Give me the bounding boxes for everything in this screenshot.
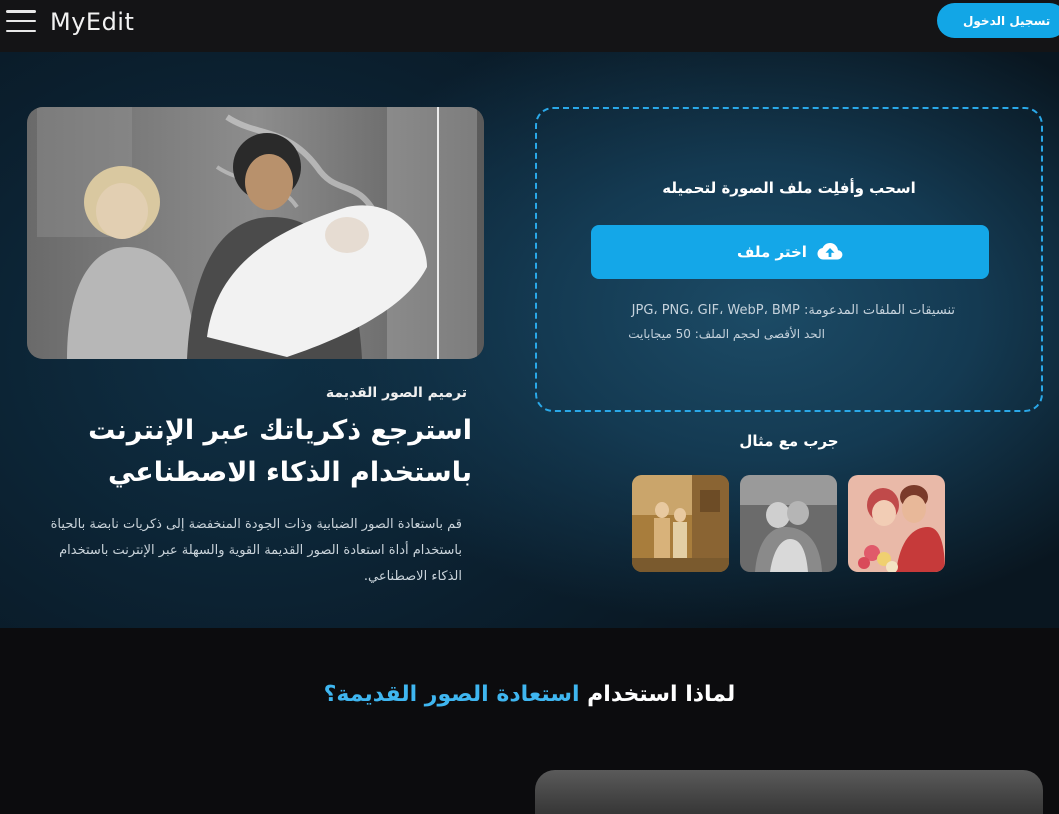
example-thumbnail[interactable]: [848, 475, 945, 572]
why-title-plain: لماذا استخدام: [587, 682, 736, 707]
top-bar: MyEdit تسجيل الدخول: [0, 0, 1059, 52]
cloud-upload-icon: [817, 243, 843, 260]
choose-file-label: اختر ملف: [737, 243, 807, 261]
hero-description: قم باستعادة الصور الضبابية وذات الجودة ا…: [50, 517, 462, 584]
login-button[interactable]: تسجيل الدخول: [937, 3, 1059, 38]
before-after-photo[interactable]: [27, 107, 484, 359]
example-thumbnail[interactable]: [740, 475, 837, 572]
upload-prompt: اسحب وأفلِت ملف الصورة لتحميله: [662, 179, 916, 197]
hero-title: استرجع ذكرياتك عبر الإنترنت باستخدام الذ…: [88, 415, 472, 488]
try-example-label: جرب مع مثال: [739, 432, 839, 450]
hero-section: ترميم الصور القديمة استرجع ذكرياتك عبر ا…: [0, 52, 1059, 628]
choose-file-button[interactable]: اختر ملف: [591, 225, 989, 279]
max-file-size: الحد الأقصى لحجم الملف: 50 ميجابايت: [628, 327, 825, 341]
menu-icon[interactable]: [6, 10, 36, 32]
upload-dropzone[interactable]: اسحب وأفلِت ملف الصورة لتحميله اختر ملف …: [535, 107, 1043, 412]
why-title-accent: استعادة الصور القديمة؟: [323, 682, 580, 707]
why-title: لماذا استخدام استعادة الصور القديمة؟: [0, 682, 1059, 707]
why-section: لماذا استخدام استعادة الصور القديمة؟: [0, 628, 1059, 814]
hero-tag: ترميم الصور القديمة: [325, 385, 467, 401]
example-thumbnail[interactable]: [632, 475, 729, 572]
supported-formats: تنسيقات الملفات المدعومة: JPG، PNG، GIF،…: [631, 303, 955, 318]
logo[interactable]: MyEdit: [50, 8, 134, 36]
feature-image: [535, 770, 1043, 814]
